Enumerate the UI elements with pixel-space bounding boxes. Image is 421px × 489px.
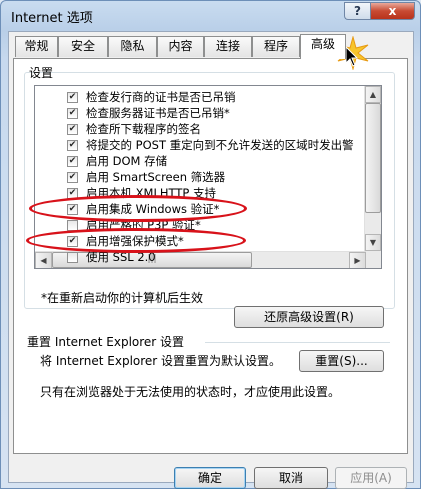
reset-description: 将 Internet Explorer 设置重置为默认设置。 xyxy=(40,354,282,368)
setting-label: 启用 DOM 存储 xyxy=(86,154,168,168)
tab-privacy[interactable]: 隐私 xyxy=(108,36,157,57)
vertical-scrollbar[interactable]: ▲ ▼ xyxy=(364,86,381,268)
reset-note: 只有在浏览器处于无法使用的状态时，才应使用此设置。 xyxy=(40,385,341,399)
setting-checkbox[interactable] xyxy=(67,140,78,151)
setting-label: 启用本机 XMLHTTP 支持 xyxy=(86,186,216,200)
setting-label: 检查发行商的证书是否已吊销 xyxy=(86,90,236,104)
setting-label: 使用 SSL 2.0 xyxy=(86,250,156,264)
window-title: Internet 选项 xyxy=(11,11,93,26)
restart-note: *在重新启动你的计算机后生效 xyxy=(41,291,204,305)
setting-checkbox[interactable] xyxy=(67,252,78,263)
setting-label: 检查服务器证书是否已吊销* xyxy=(86,106,230,120)
restore-advanced-settings-button[interactable]: 还原高级设置(R) xyxy=(234,306,384,328)
setting-label: 启用增强保护模式* xyxy=(86,234,184,248)
setting-checkbox[interactable] xyxy=(67,188,78,199)
cancel-button[interactable]: 取消 xyxy=(254,467,328,489)
settings-group-label: 设置 xyxy=(29,66,54,80)
tab-security[interactable]: 安全 xyxy=(58,36,108,57)
setting-label: 启用集成 Windows 验证* xyxy=(86,202,220,216)
scroll-down-icon[interactable]: ▼ xyxy=(365,234,381,251)
setting-checkbox[interactable] xyxy=(67,236,78,247)
help-button[interactable]: ? xyxy=(344,2,370,20)
tab-connections[interactable]: 连接 xyxy=(204,36,252,57)
tab-advanced[interactable]: 高级 xyxy=(300,34,346,59)
title-bar: Internet 选项 ? x xyxy=(1,1,420,31)
tab-content[interactable]: 内容 xyxy=(157,36,204,57)
setting-checkbox[interactable] xyxy=(67,220,78,231)
setting-checkbox[interactable] xyxy=(67,156,78,167)
close-button[interactable]: x xyxy=(370,2,415,20)
setting-label: 启用严格的 P3P 验证* xyxy=(86,218,201,232)
horizontal-scrollbar[interactable]: ◀ ||| ▶ xyxy=(35,251,366,268)
mouse-cursor-icon xyxy=(345,46,359,67)
tab-general[interactable]: 常规 xyxy=(15,36,58,57)
setting-label: 检查所下载程序的签名 xyxy=(86,122,201,136)
tab-programs[interactable]: 程序 xyxy=(252,36,300,57)
scroll-up-icon[interactable]: ▲ xyxy=(365,86,381,103)
setting-label: 将提交的 POST 重定向到不允许发送的区域时发出警 xyxy=(86,138,354,152)
vertical-scroll-thumb[interactable] xyxy=(365,103,381,213)
scroll-right-icon[interactable]: ▶ xyxy=(349,252,366,268)
scroll-left-icon[interactable]: ◀ xyxy=(35,252,52,268)
setting-checkbox[interactable] xyxy=(67,124,78,135)
ok-button[interactable]: 确定 xyxy=(174,467,246,489)
reset-separator xyxy=(205,342,390,343)
reset-button[interactable]: 重置(S)... xyxy=(299,350,384,372)
setting-checkbox[interactable] xyxy=(67,92,78,103)
setting-checkbox[interactable] xyxy=(67,204,78,215)
reset-heading: 重置 Internet Explorer 设置 xyxy=(27,335,185,349)
setting-checkbox[interactable] xyxy=(67,108,78,119)
setting-checkbox[interactable] xyxy=(67,172,78,183)
apply-button[interactable]: 应用(A) xyxy=(335,467,407,489)
setting-label: 启用 SmartScreen 筛选器 xyxy=(86,170,226,184)
